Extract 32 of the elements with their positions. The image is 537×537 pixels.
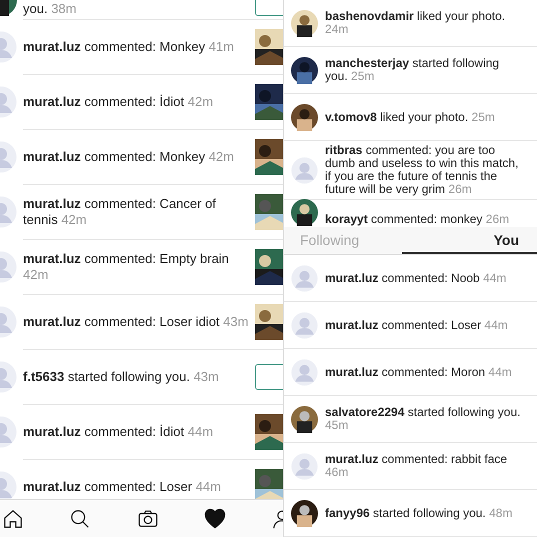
notification-text: korayyt commented: monkey 26m (325, 213, 510, 226)
notification-text: murat.luz commented: Noob 44m (325, 272, 506, 284)
notification-text: v.tomov8 liked your photo. 25m (325, 110, 495, 124)
notification-text: ritbras commented: you are too dumb and useless to win this match, if you are the future of tennis the future will be very grim 26m (325, 144, 520, 196)
notification-text: murat.luz commented: Loser 44m (325, 318, 508, 332)
follow-button[interactable] (255, 364, 283, 390)
notification-text: you. 38m (23, 1, 78, 16)
notification-text: murat.luz commented: Loser idiot 43m (23, 314, 250, 330)
tab[interactable]: You (402, 227, 537, 254)
avatar-icon (291, 312, 318, 338)
avatar-icon (291, 156, 318, 184)
heart-icon[interactable] (204, 508, 226, 530)
avatar-icon (291, 358, 318, 386)
camera-icon[interactable] (136, 508, 158, 530)
notification-text: fanyy96 started following you. 48m (325, 506, 512, 520)
avatar-icon (291, 452, 318, 480)
search-icon[interactable] (69, 508, 92, 530)
notification-text: murat.luz commented: Loser 44m (23, 479, 222, 495)
notification-text: bashenovdamir liked your photo. 24m (325, 10, 506, 36)
notification-text: murat.luz commented: Cancer of tennis 42m (23, 196, 217, 228)
home-icon[interactable] (2, 508, 24, 530)
notification-text: salvatore2294 started following you. 45m (325, 406, 522, 432)
notification-text: murat.luz commented: İdiot 44m (23, 424, 214, 440)
notification-text: murat.luz commented: Monkey 42m (23, 149, 235, 165)
notification-text: f.t5633 started following you. 43m (23, 369, 220, 385)
notification-text: murat.luz commented: Empty brain 42m (23, 251, 230, 283)
notification-text: murat.luz commented: rabbit face 46m (325, 453, 508, 479)
notification-text: murat.luz commented: Moron 44m (325, 366, 512, 378)
notification-text: murat.luz commented: Monkey 41m (23, 39, 235, 55)
notification-text: manchesterjay started following you. 25m (325, 57, 500, 83)
avatar-icon (291, 264, 318, 292)
notification-text: murat.luz commented: İdiot 42m (23, 94, 214, 110)
